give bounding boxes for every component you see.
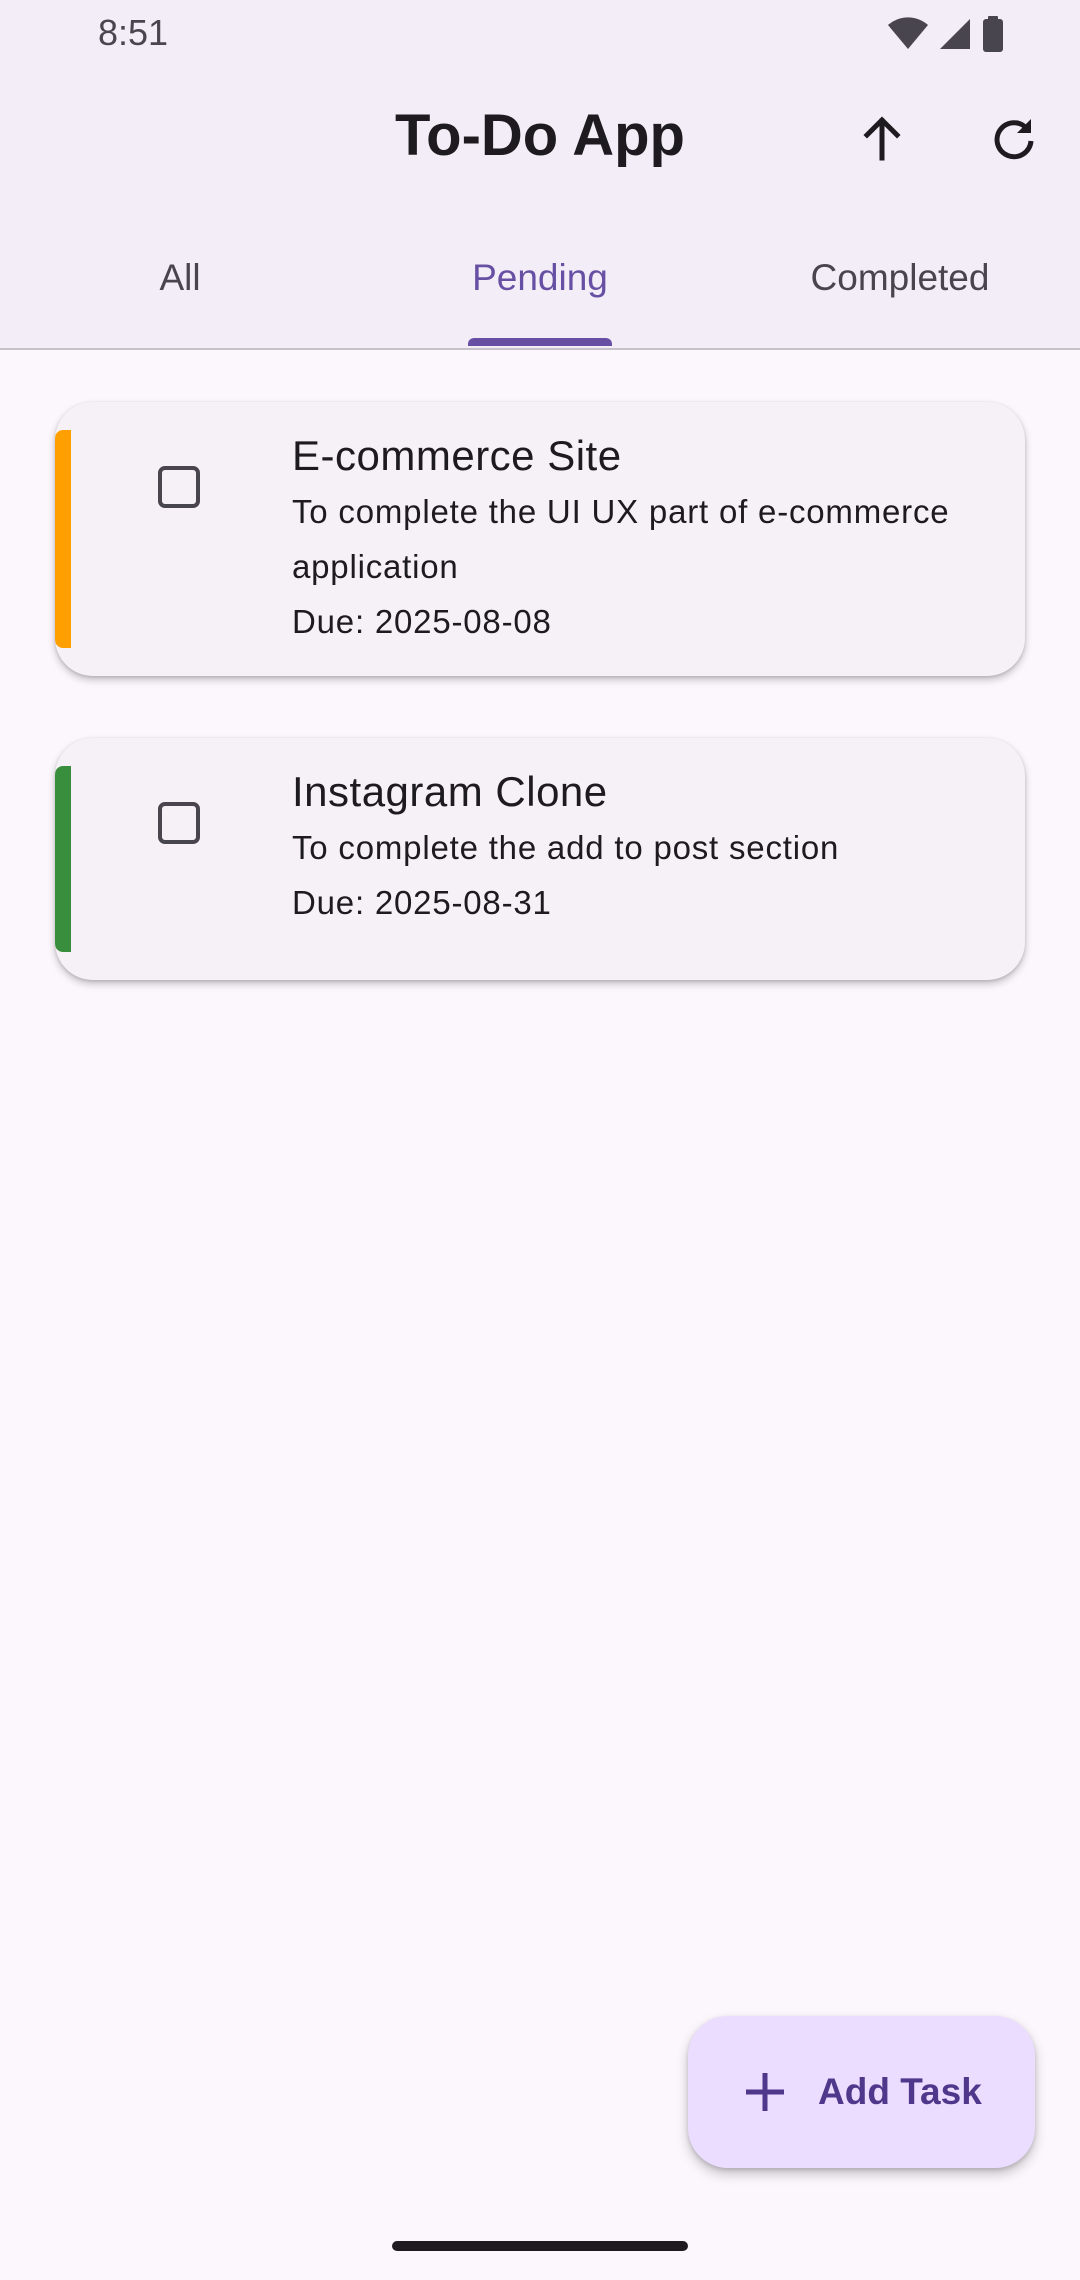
task-card[interactable]: E-commerce Site To complete the UI UX pa… (55, 402, 1025, 676)
task-description: To complete the add to post section (292, 829, 840, 866)
task-text: Instagram Clone To complete the add to p… (292, 764, 975, 930)
active-tab-indicator (468, 338, 612, 346)
priority-indicator (55, 766, 71, 952)
battery-icon (982, 16, 1004, 52)
task-text: E-commerce Site To complete the UI UX pa… (292, 428, 975, 649)
add-task-button[interactable]: Add Task (688, 2016, 1035, 2168)
task-title: Instagram Clone (292, 768, 608, 815)
tab-completed-label: Completed (810, 257, 990, 298)
tab-all[interactable]: All (0, 210, 360, 346)
top-app-region: 8:51 To-Do App All Pending Completed (0, 0, 1080, 350)
plus-icon (742, 2069, 788, 2115)
status-icons (888, 16, 1004, 52)
tab-pending[interactable]: Pending (360, 210, 720, 346)
tab-all-label: All (159, 257, 201, 298)
sort-button[interactable] (844, 102, 920, 178)
wifi-icon (888, 17, 928, 51)
tab-completed[interactable]: Completed (720, 210, 1080, 346)
tab-pending-label: Pending (472, 257, 608, 298)
status-bar: 8:51 (0, 0, 1080, 70)
refresh-icon (989, 113, 1039, 168)
signal-icon (938, 17, 972, 51)
task-checkbox[interactable] (158, 802, 200, 844)
app-bar: To-Do App (0, 70, 1080, 210)
task-checkbox[interactable] (158, 466, 200, 508)
priority-indicator (55, 430, 71, 648)
task-card[interactable]: Instagram Clone To complete the add to p… (55, 738, 1025, 980)
filter-tabs: All Pending Completed (0, 210, 1080, 350)
task-due-date: Due: 2025-08-31 (292, 884, 552, 921)
task-title: E-commerce Site (292, 432, 622, 479)
add-task-label: Add Task (818, 2071, 982, 2112)
task-description: To complete the UI UX part of e-commerce… (292, 493, 950, 585)
task-due-date: Due: 2025-08-08 (292, 603, 552, 640)
refresh-button[interactable] (976, 102, 1052, 178)
gesture-navigation-bar[interactable] (392, 2241, 688, 2251)
arrow-up-icon (857, 113, 907, 168)
status-time: 8:51 (98, 12, 169, 53)
